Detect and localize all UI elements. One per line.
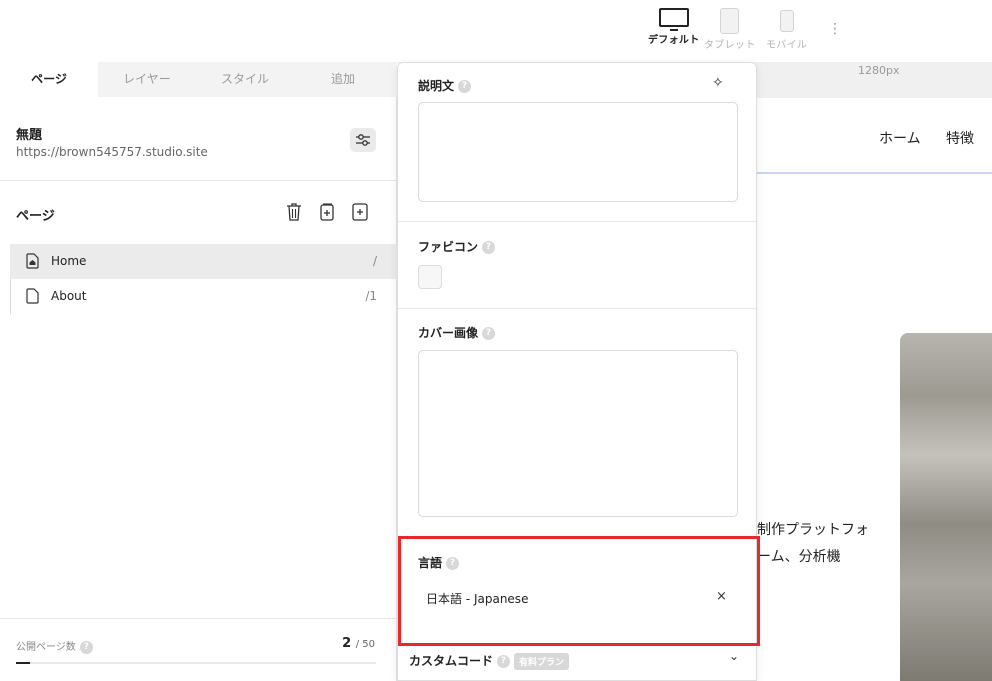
monitor-icon [658, 8, 689, 31]
help-icon[interactable]: ? [497, 655, 511, 668]
language-text: 言語 [418, 556, 443, 570]
more-options-icon[interactable]: ⋮ [828, 18, 842, 40]
preview-nav-home[interactable]: ホーム [879, 128, 921, 148]
page-settings-panel: 説明文? ✧ ファビコン? カバー画像? 言語? 日本語 - Japanese … [397, 62, 757, 681]
help-icon[interactable]: ? [482, 327, 496, 340]
cover-image-text: カバー画像 [418, 326, 479, 340]
description-text: 説明文 [418, 79, 455, 93]
page-icon [26, 288, 39, 307]
tab-add[interactable]: 追加 [294, 62, 392, 97]
description-textarea[interactable] [418, 102, 738, 202]
device-label: タブレット [704, 40, 756, 51]
divider [398, 308, 756, 309]
help-icon[interactable]: ? [79, 640, 93, 654]
paid-plan-badge: 有料プラン [514, 653, 570, 670]
page-count: 2 [342, 636, 352, 651]
sliders-icon [356, 134, 370, 146]
tablet-icon [720, 8, 740, 34]
canvas-width-label: 1280px [858, 64, 900, 77]
page-path: /1 [365, 289, 377, 303]
description-label: 説明文? [418, 77, 472, 94]
help-icon[interactable]: ? [482, 241, 496, 254]
divider [0, 180, 397, 181]
tab-pages[interactable]: ページ [0, 62, 98, 97]
add-page-icon [352, 203, 368, 221]
language-select[interactable]: 日本語 - Japanese [426, 590, 528, 607]
mobile-icon [779, 10, 794, 32]
device-label: デフォルト [648, 35, 700, 46]
device-label: モバイル [766, 40, 808, 51]
home-page-icon [26, 253, 39, 272]
device-mobile-button[interactable]: モバイル [766, 8, 807, 51]
page-name: About [51, 289, 87, 303]
page-total: / 50 [355, 639, 375, 650]
add-page-button[interactable] [351, 202, 369, 222]
site-url: https://brown545757.studio.site [16, 145, 208, 159]
cover-image-upload[interactable] [418, 350, 738, 517]
ai-sparkle-icon[interactable]: ✧ [712, 75, 724, 91]
page-name: Home [51, 254, 87, 268]
delete-page-button[interactable] [285, 202, 303, 222]
duplicate-icon [320, 203, 334, 221]
custom-code-section[interactable]: カスタムコード? 有料プラン [409, 652, 570, 670]
pages-progress-fill [16, 662, 31, 664]
pages-progress-bar [16, 662, 376, 664]
cover-image-label: カバー画像? [418, 324, 496, 341]
help-icon[interactable]: ? [458, 80, 472, 93]
tab-layers[interactable]: レイヤー [98, 62, 196, 97]
published-pages-label: 公開ページ数? [16, 638, 93, 654]
preview-nav-features[interactable]: 特徴 [946, 128, 974, 148]
site-title: 無題 [16, 128, 43, 143]
pages-section-title: ページ [16, 209, 55, 224]
device-default-button[interactable]: デフォルト [648, 8, 700, 46]
chevron-down-icon[interactable]: ⌄ [729, 649, 739, 663]
language-label: 言語? [418, 554, 460, 571]
preview-header-border [755, 172, 992, 174]
page-item-about[interactable]: About /1 [10, 279, 397, 314]
page-path: / [372, 254, 377, 268]
duplicate-page-button[interactable] [318, 202, 336, 222]
help-icon[interactable]: ? [446, 557, 460, 570]
favicon-upload[interactable] [418, 265, 442, 289]
tab-styles[interactable]: スタイル [196, 62, 294, 97]
custom-code-text: カスタムコード [409, 654, 494, 668]
preview-hero-image[interactable] [900, 333, 992, 681]
left-panel: ページ レイヤー スタイル 追加 無題 https://brown545757.… [0, 62, 397, 681]
favicon-text: ファビコン [418, 240, 479, 254]
top-toolbar: デフォルト タブレット モバイル ⋮ [0, 0, 992, 62]
divider [398, 221, 756, 222]
device-tablet-button[interactable]: タブレット [704, 8, 756, 51]
preview-text-line: 制作プラットフォ [757, 522, 869, 538]
preview-text-line: ーム、分析機 [757, 549, 841, 565]
favicon-label: ファビコン? [418, 238, 496, 255]
site-settings-button[interactable] [350, 128, 376, 152]
published-pages-count: 2 / 50 [342, 636, 375, 651]
panel-tabs: ページ レイヤー スタイル 追加 [0, 62, 397, 97]
page-item-home[interactable]: Home / [10, 244, 397, 279]
clear-language-icon[interactable]: × [716, 589, 727, 604]
published-pages-text: 公開ページ数 [16, 642, 76, 653]
divider [0, 618, 397, 619]
trash-icon [287, 203, 301, 221]
